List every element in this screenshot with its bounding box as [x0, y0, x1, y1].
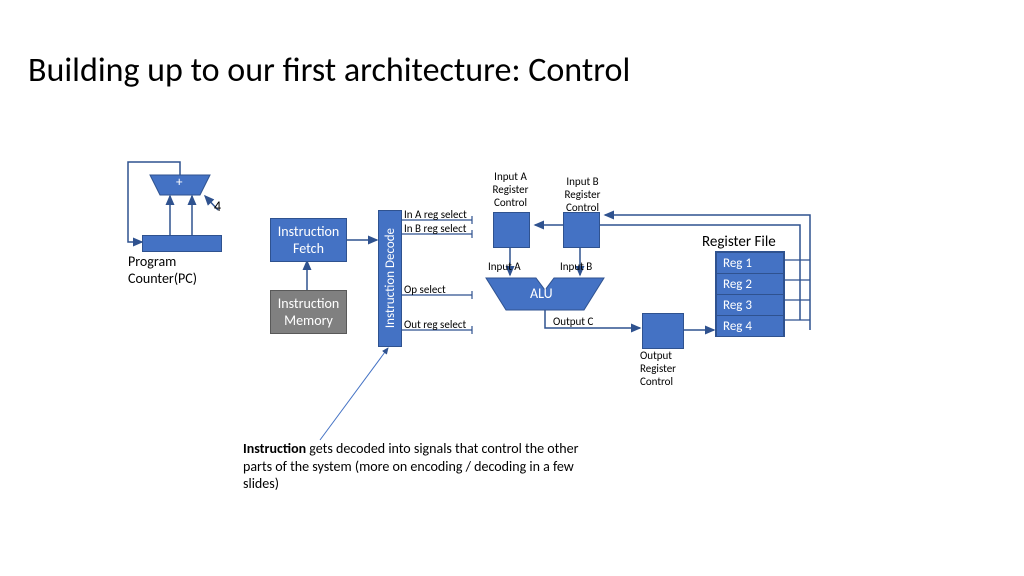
output-register-control-label: Output Register Control [640, 349, 676, 388]
input-a-register-control-label: Input A Register Control [483, 170, 538, 209]
input-b-register-control [563, 212, 600, 248]
input-b-register-control-label: Input B Register Control [555, 175, 610, 214]
annotation-bold: Instruction [243, 440, 306, 457]
alu-output-c-label: Output C [553, 315, 593, 328]
signal-in-b: In B reg select [404, 222, 466, 235]
pc-increment-value: 4 [214, 198, 221, 215]
pc-label: Program Counter(PC) [128, 253, 197, 287]
alu-input-b-label: Input B [560, 260, 592, 273]
annotation-text: Instruction gets decoded into signals th… [243, 440, 593, 493]
signal-out: Out reg select [404, 318, 466, 331]
adder-plus: + [176, 175, 182, 190]
register-1: Reg 1 [716, 252, 784, 274]
pc-register [142, 235, 222, 252]
alu-label: ALU [530, 285, 553, 302]
instruction-decode-label: Instruction Decode [383, 228, 398, 328]
register-4: Reg 4 [716, 315, 784, 337]
page-title: Building up to our first architecture: C… [28, 50, 630, 91]
register-3: Reg 3 [716, 294, 784, 316]
instruction-memory-block: Instruction Memory [270, 290, 347, 334]
signal-op: Op select [404, 283, 446, 296]
output-register-control [642, 313, 684, 349]
alu-input-a-label: Input A [488, 260, 521, 273]
register-2: Reg 2 [716, 273, 784, 295]
signal-in-a: In A reg select [404, 208, 467, 221]
register-file-title: Register File [702, 233, 776, 251]
instruction-decode-block: Instruction Decode [378, 210, 402, 347]
instruction-fetch-block: Instruction Fetch [270, 218, 347, 262]
register-file: Reg 1 Reg 2 Reg 3 Reg 4 [715, 251, 785, 337]
input-a-register-control [493, 212, 530, 248]
